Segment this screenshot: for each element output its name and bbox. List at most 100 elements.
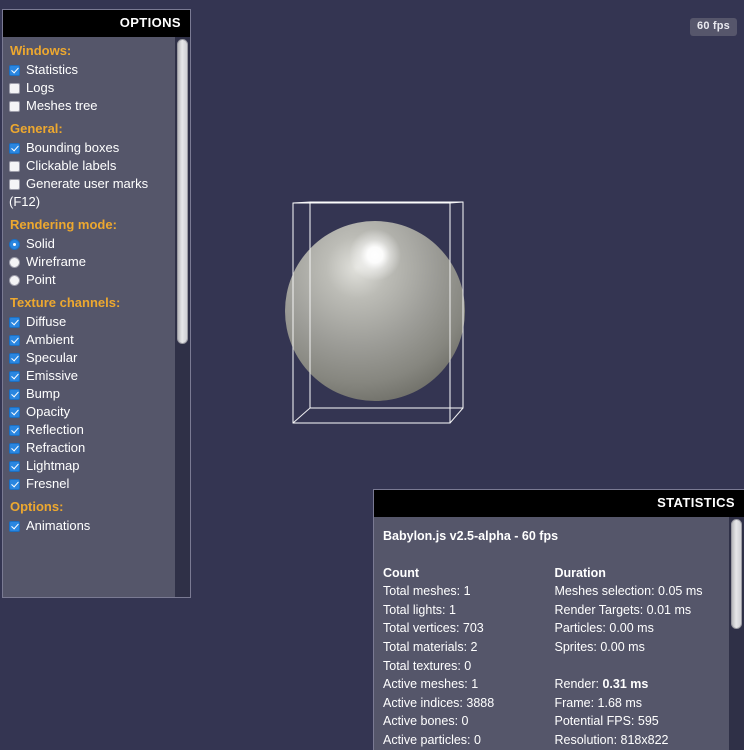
stat-line: Active particles: 0: [383, 732, 481, 747]
options-panel-title: OPTIONS: [3, 10, 190, 37]
label-diffuse: Diffuse: [26, 314, 67, 329]
note-generate-user-marks: (F12): [9, 194, 41, 209]
checkbox-clickable-labels[interactable]: [9, 161, 20, 172]
checkbox-row-bump[interactable]: Bump: [9, 385, 172, 403]
checkbox-row-generate-user-marks[interactable]: Generate user marks: [9, 175, 172, 193]
checkbox-row-specular[interactable]: Specular: [9, 349, 172, 367]
checkbox-logs[interactable]: [9, 83, 20, 94]
checkbox-opacity[interactable]: [9, 407, 20, 418]
checkbox-statistics[interactable]: [9, 65, 20, 76]
statistics-scrollbar-thumb[interactable]: [731, 519, 742, 629]
label-ambient: Ambient: [26, 332, 74, 347]
checkbox-ambient[interactable]: [9, 335, 20, 346]
checkbox-row-logs[interactable]: Logs: [9, 79, 172, 97]
label-lightmap: Lightmap: [26, 458, 80, 473]
stat-line: Total materials: 2: [383, 639, 478, 654]
radio-row-point[interactable]: Point: [9, 271, 172, 289]
label-clickable-labels: Clickable labels: [26, 158, 117, 173]
checkbox-emissive[interactable]: [9, 371, 20, 382]
stat-line: Resolution: 818x822: [554, 732, 669, 747]
label-reflection: Reflection: [26, 422, 84, 437]
options-panel: OPTIONS Windows: Statistics Logs Meshes tre…: [2, 9, 191, 598]
checkbox-row-fresnel[interactable]: Fresnel: [9, 475, 172, 493]
statistics-scrollbar[interactable]: [729, 517, 744, 750]
checkbox-animations[interactable]: [9, 521, 20, 532]
radio-wireframe[interactable]: [9, 257, 20, 268]
count-lines: Total meshes: 1 Total lights: 1 Total vert…: [383, 582, 555, 749]
label-refraction: Refraction: [26, 440, 86, 455]
statistics-columns: Count Total meshes: 1 Total lights: 1 Tota…: [383, 564, 726, 750]
radio-solid[interactable]: [9, 239, 20, 250]
radio-row-wireframe[interactable]: Wireframe: [9, 253, 172, 271]
checkbox-generate-user-marks[interactable]: [9, 179, 20, 190]
checkbox-row-reflection[interactable]: Reflection: [9, 421, 172, 439]
stat-line: Active indices: 3888: [383, 695, 495, 710]
stat-line: Active bones: 0: [383, 714, 469, 729]
stat-line: Render: 0.31 ms: [555, 675, 727, 694]
checkbox-specular[interactable]: [9, 353, 20, 364]
label-generate-user-marks: Generate user marks: [26, 176, 149, 191]
checkbox-meshes-tree[interactable]: [9, 101, 20, 112]
checkbox-fresnel[interactable]: [9, 479, 20, 490]
radio-row-solid[interactable]: Solid: [9, 235, 172, 253]
stat-line: Sprites: 0.00 ms: [554, 639, 645, 654]
stat-line: Meshes selection: 0.05 ms: [554, 584, 703, 599]
stat-spacer: [555, 657, 727, 676]
stat-label: Render:: [554, 677, 603, 692]
checkbox-diffuse[interactable]: [9, 317, 20, 328]
label-emissive: Emissive: [26, 368, 79, 383]
options-panel-body: Windows: Statistics Logs Meshes tree General…: [3, 37, 190, 597]
label-meshes-tree: Meshes tree: [26, 98, 98, 113]
checkbox-lightmap[interactable]: [9, 461, 20, 472]
options-scrollbar[interactable]: [175, 37, 190, 597]
statistics-panel-title: STATISTICS: [374, 490, 744, 517]
checkbox-row-clickable-labels[interactable]: Clickable labels: [9, 157, 172, 175]
options-scrollbar-thumb[interactable]: [177, 39, 188, 344]
label-logs: Logs: [26, 80, 55, 95]
label-solid: Solid: [26, 236, 55, 251]
checkbox-refraction[interactable]: [9, 443, 20, 454]
statistics-count-column: Count Total meshes: 1 Total lights: 1 Tota…: [383, 564, 555, 750]
stat-line: Active meshes: 1: [383, 677, 479, 692]
checkbox-row-statistics[interactable]: Statistics: [9, 61, 172, 79]
statistics-panel-body: Babylon.js v2.5-alpha - 60 fps Count Tot…: [374, 517, 744, 750]
stat-line: Potential FPS: 595: [554, 714, 659, 729]
checkbox-row-emissive[interactable]: Emissive: [9, 367, 172, 385]
section-header-windows: Windows:: [10, 43, 72, 58]
statistics-panel: STATISTICS Babylon.js v2.5-alpha - 60 fp…: [373, 489, 744, 750]
label-point: Point: [26, 272, 56, 287]
checkbox-row-refraction[interactable]: Refraction: [9, 439, 172, 457]
stat-line: Particles: 0.00 ms: [554, 621, 654, 636]
radio-point[interactable]: [9, 275, 20, 286]
duration-column-title: Duration: [554, 565, 606, 580]
checkbox-row-meshes-tree[interactable]: Meshes tree: [9, 97, 172, 115]
checkbox-bump[interactable]: [9, 389, 20, 400]
stat-value: 0.31 ms: [602, 677, 649, 692]
stat-line: Total vertices: 703: [383, 621, 484, 636]
checkbox-row-opacity[interactable]: Opacity: [9, 403, 172, 421]
checkbox-bounding-boxes[interactable]: [9, 143, 20, 154]
checkbox-reflection[interactable]: [9, 425, 20, 436]
checkbox-row-animations[interactable]: Animations: [9, 517, 172, 535]
checkbox-row-lightmap[interactable]: Lightmap: [9, 457, 172, 475]
label-wireframe: Wireframe: [26, 254, 86, 269]
statistics-duration-column: Duration Meshes selection: 0.05 ms Render…: [555, 564, 727, 750]
checkbox-row-bounding-boxes[interactable]: Bounding boxes: [9, 139, 172, 157]
label-animations: Animations: [26, 518, 91, 533]
stat-line: Total meshes: 1: [383, 584, 471, 599]
label-bump: Bump: [26, 386, 60, 401]
stat-line: Total lights: 1: [383, 602, 456, 617]
checkbox-row-diffuse[interactable]: Diffuse: [9, 313, 172, 331]
label-statistics: Statistics: [26, 62, 79, 77]
count-column-title: Count: [383, 565, 420, 580]
checkbox-row-ambient[interactable]: Ambient: [9, 331, 172, 349]
specular-highlight: [349, 229, 401, 281]
stat-line: Frame: 1.68 ms: [554, 695, 643, 710]
section-header-rendering-mode: Rendering mode:: [10, 217, 117, 232]
duration-lines: Meshes selection: 0.05 ms Render Targets:…: [555, 582, 727, 749]
stat-line: Total textures: 0: [383, 658, 472, 673]
label-specular: Specular: [26, 350, 78, 365]
engine-version-line: Babylon.js v2.5-alpha - 60 fps: [383, 529, 559, 543]
label-bounding-boxes: Bounding boxes: [26, 140, 120, 155]
stat-line: Render Targets: 0.01 ms: [554, 602, 692, 617]
